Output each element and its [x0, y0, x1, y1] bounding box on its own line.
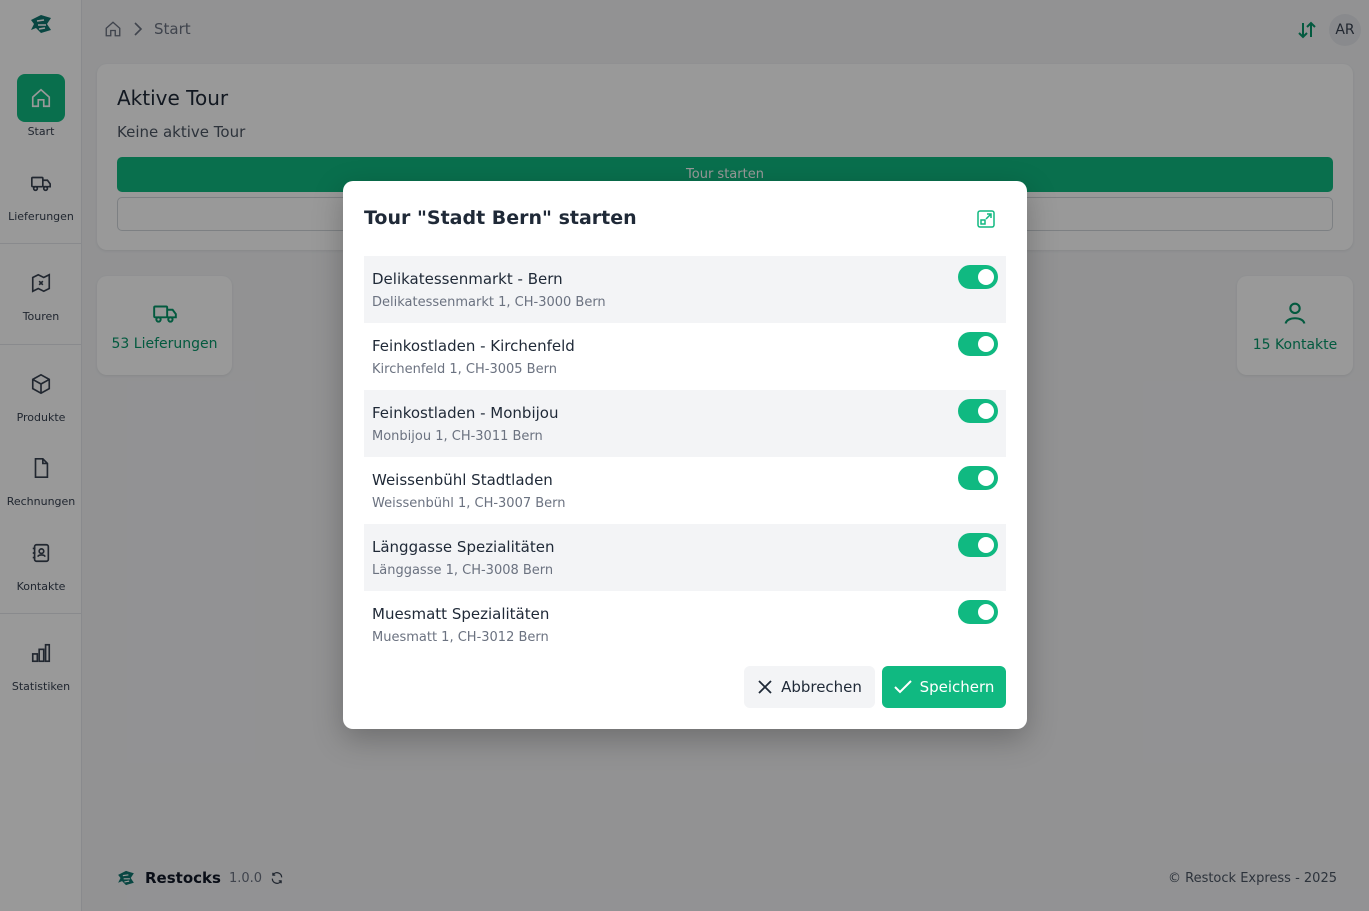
expand-icon[interactable]	[976, 209, 996, 229]
list-item: Feinkostladen - Monbijou Monbijou 1, CH-…	[364, 390, 1006, 457]
stop-toggle[interactable]	[958, 533, 998, 557]
list-item: Länggasse Spezialitäten Länggasse 1, CH-…	[364, 524, 1006, 591]
stop-name: Feinkostladen - Kirchenfeld	[372, 337, 575, 355]
toggle-knob	[978, 336, 994, 352]
list-item: Feinkostladen - Kirchenfeld Kirchenfeld …	[364, 323, 1006, 390]
stop-address: Muesmatt 1, CH-3012 Bern	[372, 630, 549, 645]
stop-name: Muesmatt Spezialitäten	[372, 605, 550, 623]
stop-toggle[interactable]	[958, 600, 998, 624]
stop-toggle[interactable]	[958, 399, 998, 423]
toggle-knob	[978, 537, 994, 553]
cancel-button[interactable]: Abbrechen	[744, 666, 875, 708]
stop-list: Delikatessenmarkt - Bern Delikatessenmar…	[364, 256, 1006, 658]
stop-name: Delikatessenmarkt - Bern	[372, 270, 563, 288]
close-icon	[758, 680, 772, 694]
stop-address: Monbijou 1, CH-3011 Bern	[372, 429, 543, 444]
stop-name: Feinkostladen - Monbijou	[372, 404, 559, 422]
stop-address: Länggasse 1, CH-3008 Bern	[372, 563, 554, 578]
stop-name: Weissenbühl Stadtladen	[372, 471, 553, 489]
toggle-knob	[978, 470, 994, 486]
cancel-label: Abbrechen	[781, 678, 862, 696]
save-label: Speichern	[919, 678, 995, 696]
dialog-title: Tour "Stadt Bern" starten	[364, 207, 637, 229]
toggle-knob	[978, 604, 994, 620]
stop-toggle[interactable]	[958, 332, 998, 356]
stop-name: Länggasse Spezialitäten	[372, 538, 555, 556]
check-icon	[893, 680, 912, 694]
stop-address: Weissenbühl 1, CH-3007 Bern	[372, 496, 566, 511]
list-item: Weissenbühl Stadtladen Weissenbühl 1, CH…	[364, 457, 1006, 524]
list-item: Delikatessenmarkt - Bern Delikatessenmar…	[364, 256, 1006, 323]
toggle-knob	[978, 269, 994, 285]
stop-toggle[interactable]	[958, 466, 998, 490]
stop-address: Kirchenfeld 1, CH-3005 Bern	[372, 362, 557, 377]
toggle-knob	[978, 403, 994, 419]
save-button[interactable]: Speichern	[882, 666, 1006, 708]
stop-address: Delikatessenmarkt 1, CH-3000 Bern	[372, 295, 606, 310]
start-tour-dialog: Tour "Stadt Bern" starten Delikatessenma…	[343, 181, 1027, 729]
list-item: Muesmatt Spezialitäten Muesmatt 1, CH-30…	[364, 591, 1006, 658]
stop-toggle[interactable]	[958, 265, 998, 289]
